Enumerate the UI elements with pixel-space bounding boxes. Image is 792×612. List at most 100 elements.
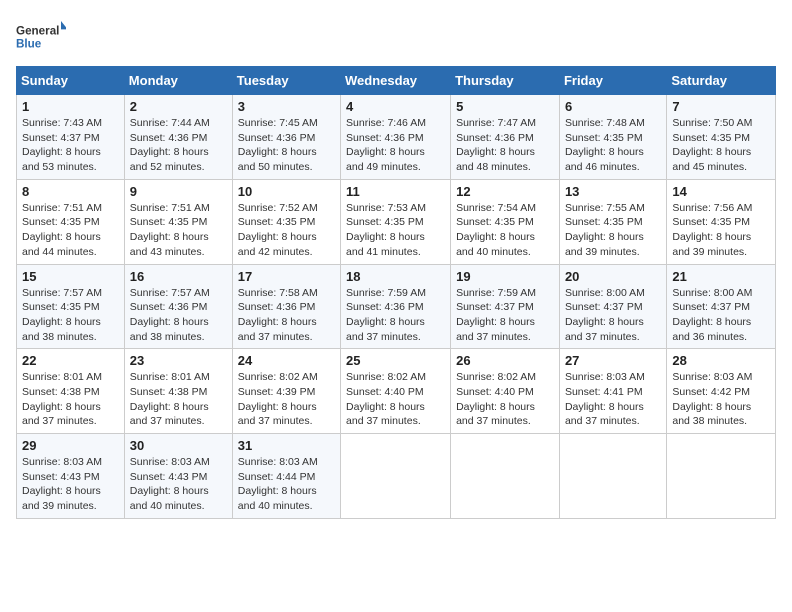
day-number: 21: [672, 269, 770, 284]
day-info: Sunrise: 7:43 AMSunset: 4:37 PMDaylight:…: [22, 116, 119, 175]
day-info: Sunrise: 8:03 AMSunset: 4:43 PMDaylight:…: [130, 455, 227, 514]
calendar-cell: 20 Sunrise: 8:00 AMSunset: 4:37 PMDayligh…: [559, 264, 666, 349]
day-info: Sunrise: 8:03 AMSunset: 4:44 PMDaylight:…: [238, 455, 335, 514]
day-number: 8: [22, 184, 119, 199]
calendar-week-5: 29 Sunrise: 8:03 AMSunset: 4:43 PMDayligh…: [17, 434, 776, 519]
day-header-wednesday: Wednesday: [341, 67, 451, 95]
day-number: 5: [456, 99, 554, 114]
calendar-week-2: 8 Sunrise: 7:51 AMSunset: 4:35 PMDaylight…: [17, 179, 776, 264]
calendar-cell: 31Sunrise: 8:03 AMSunset: 4:44 PMDayligh…: [232, 434, 340, 519]
day-number: 19: [456, 269, 554, 284]
day-info: Sunrise: 8:00 AMSunset: 4:37 PMDaylight:…: [672, 286, 770, 345]
day-info: Sunrise: 8:03 AMSunset: 4:42 PMDaylight:…: [672, 370, 770, 429]
day-info: Sunrise: 7:46 AMSunset: 4:36 PMDaylight:…: [346, 116, 445, 175]
day-number: 28: [672, 353, 770, 368]
day-number: 3: [238, 99, 335, 114]
day-number: 6: [565, 99, 661, 114]
day-info: Sunrise: 7:57 AMSunset: 4:36 PMDaylight:…: [130, 286, 227, 345]
calendar-cell: 6 Sunrise: 7:48 AMSunset: 4:35 PMDaylight…: [559, 95, 666, 180]
calendar-cell: 18 Sunrise: 7:59 AMSunset: 4:36 PMDayligh…: [341, 264, 451, 349]
calendar-cell: 28 Sunrise: 8:03 AMSunset: 4:42 PMDayligh…: [667, 349, 776, 434]
calendar-cell: 30 Sunrise: 8:03 AMSunset: 4:43 PMDayligh…: [124, 434, 232, 519]
calendar-cell: [667, 434, 776, 519]
day-info: Sunrise: 8:02 AMSunset: 4:39 PMDaylight:…: [238, 370, 335, 429]
calendar-cell: 13 Sunrise: 7:55 AMSunset: 4:35 PMDayligh…: [559, 179, 666, 264]
day-info: Sunrise: 8:03 AMSunset: 4:43 PMDaylight:…: [22, 455, 119, 514]
day-info: Sunrise: 7:48 AMSunset: 4:35 PMDaylight:…: [565, 116, 661, 175]
day-info: Sunrise: 8:03 AMSunset: 4:41 PMDaylight:…: [565, 370, 661, 429]
day-number: 17: [238, 269, 335, 284]
day-info: Sunrise: 7:57 AMSunset: 4:35 PMDaylight:…: [22, 286, 119, 345]
day-number: 18: [346, 269, 445, 284]
day-number: 20: [565, 269, 661, 284]
day-info: Sunrise: 7:59 AMSunset: 4:37 PMDaylight:…: [456, 286, 554, 345]
day-info: Sunrise: 7:59 AMSunset: 4:36 PMDaylight:…: [346, 286, 445, 345]
day-number: 2: [130, 99, 227, 114]
calendar-cell: [341, 434, 451, 519]
day-number: 24: [238, 353, 335, 368]
calendar-cell: 26Sunrise: 8:02 AMSunset: 4:40 PMDayligh…: [451, 349, 560, 434]
day-info: Sunrise: 7:50 AMSunset: 4:35 PMDaylight:…: [672, 116, 770, 175]
day-header-saturday: Saturday: [667, 67, 776, 95]
calendar-cell: 8 Sunrise: 7:51 AMSunset: 4:35 PMDaylight…: [17, 179, 125, 264]
calendar-cell: 2 Sunrise: 7:44 AMSunset: 4:36 PMDaylight…: [124, 95, 232, 180]
day-header-thursday: Thursday: [451, 67, 560, 95]
header: General Blue: [16, 16, 776, 56]
calendar-cell: 12Sunrise: 7:54 AMSunset: 4:35 PMDayligh…: [451, 179, 560, 264]
logo-svg: General Blue: [16, 16, 66, 56]
day-info: Sunrise: 7:47 AMSunset: 4:36 PMDaylight:…: [456, 116, 554, 175]
day-info: Sunrise: 7:56 AMSunset: 4:35 PMDaylight:…: [672, 201, 770, 260]
day-info: Sunrise: 7:58 AMSunset: 4:36 PMDaylight:…: [238, 286, 335, 345]
calendar-cell: 27 Sunrise: 8:03 AMSunset: 4:41 PMDayligh…: [559, 349, 666, 434]
day-number: 25: [346, 353, 445, 368]
calendar-cell: 17 Sunrise: 7:58 AMSunset: 4:36 PMDayligh…: [232, 264, 340, 349]
svg-text:Blue: Blue: [16, 38, 42, 51]
day-info: Sunrise: 8:00 AMSunset: 4:37 PMDaylight:…: [565, 286, 661, 345]
day-number: 12: [456, 184, 554, 199]
calendar-cell: 24 Sunrise: 8:02 AMSunset: 4:39 PMDayligh…: [232, 349, 340, 434]
day-number: 10: [238, 184, 335, 199]
calendar-cell: 22Sunrise: 8:01 AMSunset: 4:38 PMDayligh…: [17, 349, 125, 434]
calendar-cell: 7Sunrise: 7:50 AMSunset: 4:35 PMDaylight…: [667, 95, 776, 180]
calendar-cell: [451, 434, 560, 519]
calendar-cell: 23Sunrise: 8:01 AMSunset: 4:38 PMDayligh…: [124, 349, 232, 434]
logo: General Blue: [16, 16, 66, 56]
day-number: 27: [565, 353, 661, 368]
day-info: Sunrise: 7:44 AMSunset: 4:36 PMDaylight:…: [130, 116, 227, 175]
svg-text:General: General: [16, 24, 59, 37]
day-number: 13: [565, 184, 661, 199]
calendar-week-3: 15Sunrise: 7:57 AMSunset: 4:35 PMDayligh…: [17, 264, 776, 349]
calendar-week-4: 22Sunrise: 8:01 AMSunset: 4:38 PMDayligh…: [17, 349, 776, 434]
day-info: Sunrise: 8:01 AMSunset: 4:38 PMDaylight:…: [22, 370, 119, 429]
day-number: 29: [22, 438, 119, 453]
calendar-cell: 10 Sunrise: 7:52 AMSunset: 4:35 PMDayligh…: [232, 179, 340, 264]
day-number: 14: [672, 184, 770, 199]
day-info: Sunrise: 7:51 AMSunset: 4:35 PMDaylight:…: [22, 201, 119, 260]
day-info: Sunrise: 7:55 AMSunset: 4:35 PMDaylight:…: [565, 201, 661, 260]
calendar-cell: 16 Sunrise: 7:57 AMSunset: 4:36 PMDayligh…: [124, 264, 232, 349]
day-number: 4: [346, 99, 445, 114]
calendar-cell: 25 Sunrise: 8:02 AMSunset: 4:40 PMDayligh…: [341, 349, 451, 434]
calendar-cell: 19 Sunrise: 7:59 AMSunset: 4:37 PMDayligh…: [451, 264, 560, 349]
day-number: 23: [130, 353, 227, 368]
day-number: 30: [130, 438, 227, 453]
calendar-body: 1 Sunrise: 7:43 AMSunset: 4:37 PMDaylight…: [17, 95, 776, 519]
day-header-friday: Friday: [559, 67, 666, 95]
day-number: 16: [130, 269, 227, 284]
day-info: Sunrise: 8:02 AMSunset: 4:40 PMDaylight:…: [346, 370, 445, 429]
calendar-cell: 1 Sunrise: 7:43 AMSunset: 4:37 PMDaylight…: [17, 95, 125, 180]
day-info: Sunrise: 7:53 AMSunset: 4:35 PMDaylight:…: [346, 201, 445, 260]
calendar-cell: [559, 434, 666, 519]
day-info: Sunrise: 7:52 AMSunset: 4:35 PMDaylight:…: [238, 201, 335, 260]
day-number: 11: [346, 184, 445, 199]
calendar-cell: 11 Sunrise: 7:53 AMSunset: 4:35 PMDayligh…: [341, 179, 451, 264]
calendar-week-1: 1 Sunrise: 7:43 AMSunset: 4:37 PMDaylight…: [17, 95, 776, 180]
calendar-table: SundayMondayTuesdayWednesdayThursdayFrid…: [16, 66, 776, 519]
calendar-cell: 21 Sunrise: 8:00 AMSunset: 4:37 PMDayligh…: [667, 264, 776, 349]
day-number: 1: [22, 99, 119, 114]
day-header-sunday: Sunday: [17, 67, 125, 95]
calendar-cell: 4 Sunrise: 7:46 AMSunset: 4:36 PMDaylight…: [341, 95, 451, 180]
calendar-cell: 29 Sunrise: 8:03 AMSunset: 4:43 PMDayligh…: [17, 434, 125, 519]
calendar-cell: 3Sunrise: 7:45 AMSunset: 4:36 PMDaylight…: [232, 95, 340, 180]
day-number: 9: [130, 184, 227, 199]
